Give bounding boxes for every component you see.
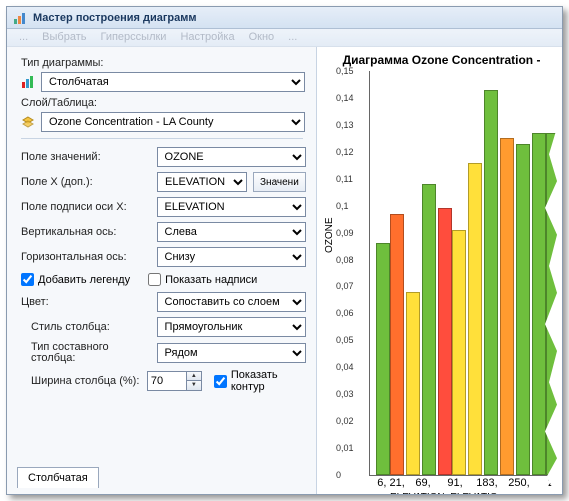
vaxis-select[interactable]: Слева (157, 222, 306, 242)
bar-style-label: Стиль столбца: (21, 321, 151, 333)
value-field-select[interactable]: OZONE (157, 147, 306, 167)
x-field-label: Поле X (доп.): (21, 176, 151, 188)
chart-x-axis-label: ELEVATION; ELEVATIO (390, 492, 498, 494)
y-tick: 0,15 (336, 66, 354, 76)
spinner-up-icon[interactable]: ▲ (187, 372, 201, 381)
add-legend-label: Добавить легенду (38, 274, 130, 286)
spinner-down-icon[interactable]: ▼ (187, 381, 201, 390)
chart-type-select[interactable]: Столбчатая (41, 72, 305, 92)
form-pane: Тип диаграммы: Столбчатая Слой/Таблица: … (7, 47, 317, 494)
composite-type-label: Тип составного столбца: (21, 342, 151, 364)
y-tick: 0,02 (336, 416, 354, 426)
haxis-select[interactable]: Снизу (157, 247, 306, 267)
layer-label: Слой/Таблица: (21, 97, 306, 109)
chart-bar (484, 90, 498, 475)
layer-select[interactable]: Ozone Concentration - LA County (41, 112, 305, 132)
y-tick: 0,07 (336, 281, 354, 291)
y-tick: 0,13 (336, 120, 354, 130)
value-field-label: Поле значений: (21, 151, 151, 163)
chart-bar (546, 133, 560, 475)
x-label-field-select[interactable]: ELEVATION (157, 197, 306, 217)
y-tick: 0,05 (336, 335, 354, 345)
x-tick: 2 (536, 477, 562, 489)
y-tick: 0,09 (336, 228, 354, 238)
x-tick: 250, (504, 477, 534, 489)
chart-bar (452, 230, 466, 475)
divider (21, 138, 303, 139)
x-tick: 69, (408, 477, 438, 489)
chart-title: Диаграмма Ozone Concentration - (321, 53, 562, 67)
chart-bar (390, 214, 404, 475)
layer-icon (21, 116, 35, 128)
y-tick: 0,04 (336, 362, 354, 372)
chart-bar (376, 243, 390, 475)
show-labels-checkbox[interactable]: Показать надписи (148, 273, 257, 286)
menu-item: Окно (249, 31, 275, 44)
y-tick: 0 (336, 470, 341, 480)
chart-bar (422, 184, 436, 475)
bar-width-spinner[interactable]: ▲▼ (147, 371, 202, 391)
bar-width-label: Ширина столбца (%): (21, 376, 141, 387)
y-tick: 0,1 (336, 201, 349, 211)
x-tick: 91, (440, 477, 470, 489)
bar-width-input[interactable] (147, 371, 187, 391)
window-title: Мастер построения диаграмм (33, 12, 197, 24)
menu-item: ... (288, 31, 297, 44)
show-labels-label: Показать надписи (165, 274, 257, 286)
x-field-select[interactable]: ELEVATION (157, 172, 247, 192)
tab-bar-chart[interactable]: Столбчатая (17, 467, 99, 488)
show-outline-label: Показать контур (231, 369, 306, 393)
x-label-field-label: Поле подписи оси X: (21, 201, 151, 213)
bar-style-select[interactable]: Прямоугольник (157, 317, 306, 337)
menu-item: Настройка (180, 31, 234, 44)
show-outline-checkbox[interactable]: Показать контур (214, 369, 306, 393)
y-tick: 0,08 (336, 255, 354, 265)
menu-item: Гиперссылки (100, 31, 166, 44)
chart-plot-area: OZONE 6, 21,69,91,183,250,2 ELEVATION; E… (369, 71, 562, 476)
chart-type-label: Тип диаграммы: (21, 57, 306, 69)
menu-item: Выбрать (42, 31, 86, 44)
chart-bar (500, 138, 514, 475)
y-tick: 0,11 (336, 174, 353, 184)
vaxis-label: Вертикальная ось: (21, 226, 151, 238)
haxis-label: Горизонтальная ось: (21, 251, 151, 263)
chart-preview-pane: Диаграмма Ozone Concentration - OZONE 6,… (317, 47, 562, 494)
chart-app-icon (13, 11, 27, 25)
color-label: Цвет: (21, 296, 151, 308)
chart-y-axis-label: OZONE (324, 217, 335, 253)
chart-bar (516, 144, 530, 475)
y-tick: 0,03 (336, 389, 354, 399)
y-tick: 0,06 (336, 308, 354, 318)
wizard-window: Мастер построения диаграмм ... Выбрать Г… (6, 6, 563, 495)
chart-bar (406, 292, 420, 475)
x-tick: 6, 21, (376, 477, 406, 489)
y-tick: 0,12 (336, 147, 354, 157)
classify-button[interactable]: Значени (253, 172, 306, 192)
chart-bar (468, 163, 482, 475)
bar-chart-icon (21, 76, 35, 88)
menu-item: ... (19, 31, 28, 44)
chart-bar (532, 133, 546, 475)
x-tick: 183, (472, 477, 502, 489)
titlebar[interactable]: Мастер построения диаграмм (7, 7, 562, 29)
y-tick: 0,14 (336, 93, 354, 103)
composite-type-select[interactable]: Рядом (157, 343, 306, 363)
chart-bar (438, 208, 452, 475)
menubar-faded: ... Выбрать Гиперссылки Настройка Окно .… (7, 29, 562, 47)
color-select[interactable]: Сопоставить со слоем (157, 292, 306, 312)
add-legend-checkbox[interactable]: Добавить легенду (21, 273, 130, 286)
y-tick: 0,01 (336, 443, 354, 453)
